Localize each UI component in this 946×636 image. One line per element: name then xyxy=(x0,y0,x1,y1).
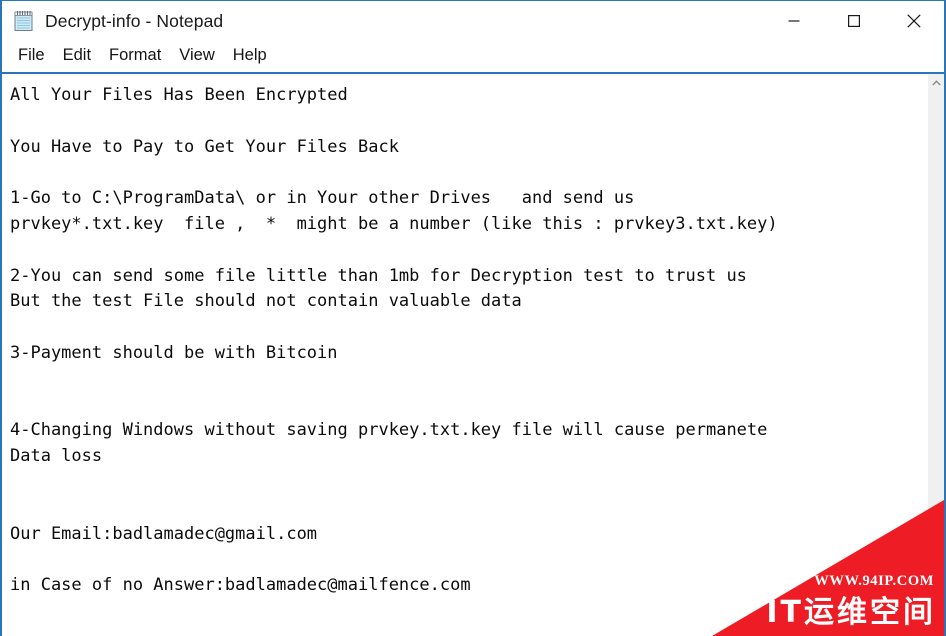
menu-item-help[interactable]: Help xyxy=(224,44,276,68)
menu-item-file[interactable]: File xyxy=(9,44,54,68)
document-line: All Your Files Has Been Encrypted xyxy=(10,85,348,105)
menu-bar: File Edit Format View Help xyxy=(2,41,944,71)
title-bar: Decrypt-info - Notepad xyxy=(2,1,944,41)
scroll-down-button[interactable] xyxy=(928,619,944,636)
document-line: 2-You can send some file little than 1mb… xyxy=(10,265,747,286)
chevron-up-icon xyxy=(932,79,941,85)
menu-item-view[interactable]: View xyxy=(170,44,223,68)
close-icon xyxy=(907,14,921,28)
maximize-icon xyxy=(848,15,860,27)
window-controls xyxy=(764,1,944,41)
minimize-button[interactable] xyxy=(764,1,824,41)
notepad-window: Decrypt-info - Notepad File Edit Format … xyxy=(0,0,946,636)
document-line: But the test File should not contain val… xyxy=(10,291,522,312)
maximize-button[interactable] xyxy=(824,1,884,41)
minimize-icon xyxy=(788,20,800,22)
text-editor[interactable]: All Your Files Has Been Encrypted You Ha… xyxy=(2,74,927,636)
document-line: 4-Changing Windows without saving prvkey… xyxy=(10,420,768,441)
document-line: prvkey*.txt.key file , * might be a numb… xyxy=(10,213,778,234)
scroll-up-button[interactable] xyxy=(928,74,944,91)
document-line: 1-Go to C:\ProgramData\ or in Your other… xyxy=(10,188,635,209)
document-line: in Case of no Answer:badlamadec@mailfenc… xyxy=(10,575,471,596)
menu-item-format[interactable]: Format xyxy=(100,44,170,68)
notepad-icon xyxy=(12,9,36,33)
close-button[interactable] xyxy=(884,1,944,41)
document-line: Our Email:badlamadec@gmail.com xyxy=(10,523,318,544)
menu-item-edit[interactable]: Edit xyxy=(54,44,100,68)
document-line: 3-Payment should be with Bitcoin xyxy=(10,342,338,363)
document-line: You Have to Pay to Get Your Files Back xyxy=(10,136,399,157)
chevron-down-icon xyxy=(932,625,941,631)
window-title: Decrypt-info - Notepad xyxy=(45,10,224,31)
document-line: Data loss xyxy=(10,446,103,467)
vertical-scrollbar[interactable] xyxy=(927,74,944,636)
editor-area: All Your Files Has Been Encrypted You Ha… xyxy=(2,72,944,636)
